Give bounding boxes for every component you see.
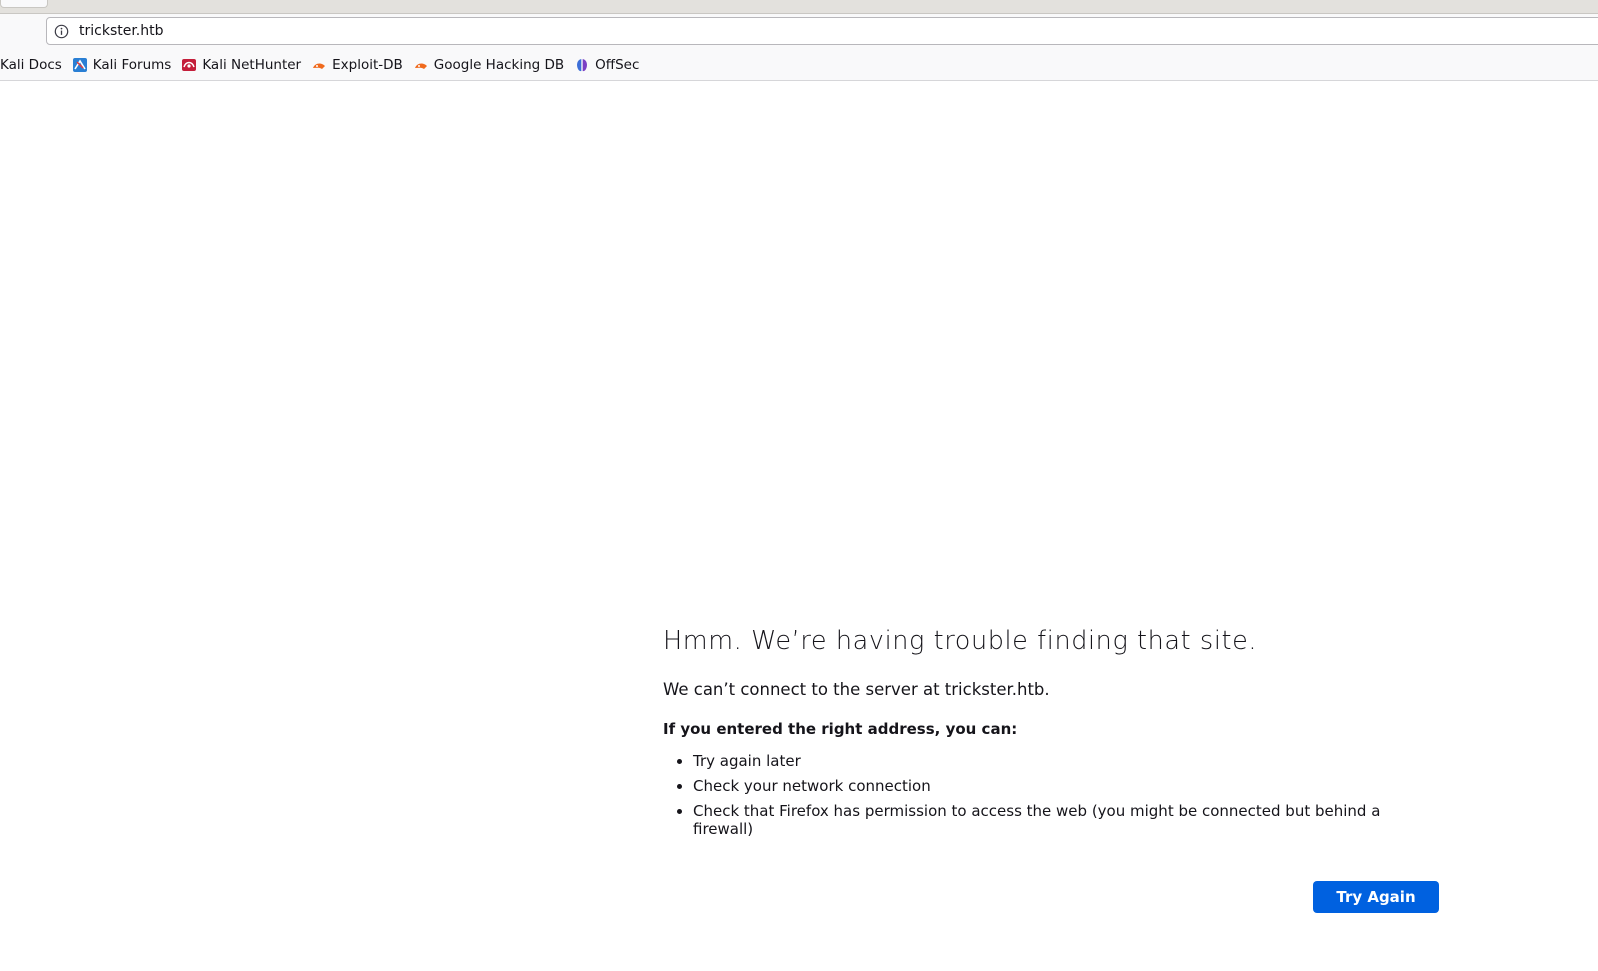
bookmark-label: Kali Forums: [92, 57, 172, 73]
error-description: We can’t connect to the server at tricks…: [663, 679, 1050, 699]
kali-nethunter-icon: [181, 57, 197, 73]
bookmark-kali-forums[interactable]: Kali Forums: [67, 54, 177, 76]
error-page-content: Hmm. We’re having trouble finding that s…: [663, 626, 1438, 845]
error-title: Hmm. We’re having trouble finding that s…: [663, 626, 1258, 656]
list-item: Try again later: [693, 752, 1438, 770]
bookmark-label: Exploit-DB: [332, 57, 403, 73]
bookmark-label: Kali Docs: [0, 57, 62, 73]
list-item: Check that Firefox has permission to acc…: [693, 802, 1438, 838]
navigation-toolbar: trickster.htb: [0, 14, 1598, 50]
try-again-button[interactable]: Try Again: [1313, 881, 1439, 913]
info-circle-icon[interactable]: [54, 24, 69, 39]
bookmark-label: Kali NetHunter: [202, 57, 302, 73]
bookmark-exploit-db[interactable]: Exploit-DB: [306, 54, 408, 76]
active-tab[interactable]: [0, 0, 48, 8]
tab-strip: [0, 0, 1598, 14]
suggestions-heading: If you entered the right address, you ca…: [663, 720, 1018, 739]
bookmark-kali-docs[interactable]: Kali Docs: [0, 54, 67, 76]
address-bar[interactable]: trickster.htb: [46, 17, 1598, 45]
bookmarks-toolbar: Kali Docs Kali Forums Kali NetHunter Exp…: [0, 50, 1598, 81]
list-item: Check your network connection: [693, 777, 1438, 795]
browser-window: trickster.htb Kali Docs Kali Forums Kali…: [0, 0, 1598, 971]
url-text[interactable]: trickster.htb: [79, 23, 164, 39]
bookmark-label: OffSec: [595, 57, 640, 73]
offsec-icon: [574, 57, 590, 73]
exploit-db-icon: [311, 57, 327, 73]
bookmark-label: Google Hacking DB: [433, 57, 565, 73]
kali-forums-icon: [72, 57, 88, 73]
bookmark-offsec[interactable]: OffSec: [569, 54, 644, 76]
bookmark-google-hacking-db[interactable]: Google Hacking DB: [408, 54, 569, 76]
bookmark-kali-nethunter[interactable]: Kali NetHunter: [176, 54, 306, 76]
button-row: Try Again: [1313, 881, 1439, 913]
exploit-db-icon: [413, 57, 429, 73]
suggestions-list: Try again later Check your network conne…: [663, 752, 1438, 838]
